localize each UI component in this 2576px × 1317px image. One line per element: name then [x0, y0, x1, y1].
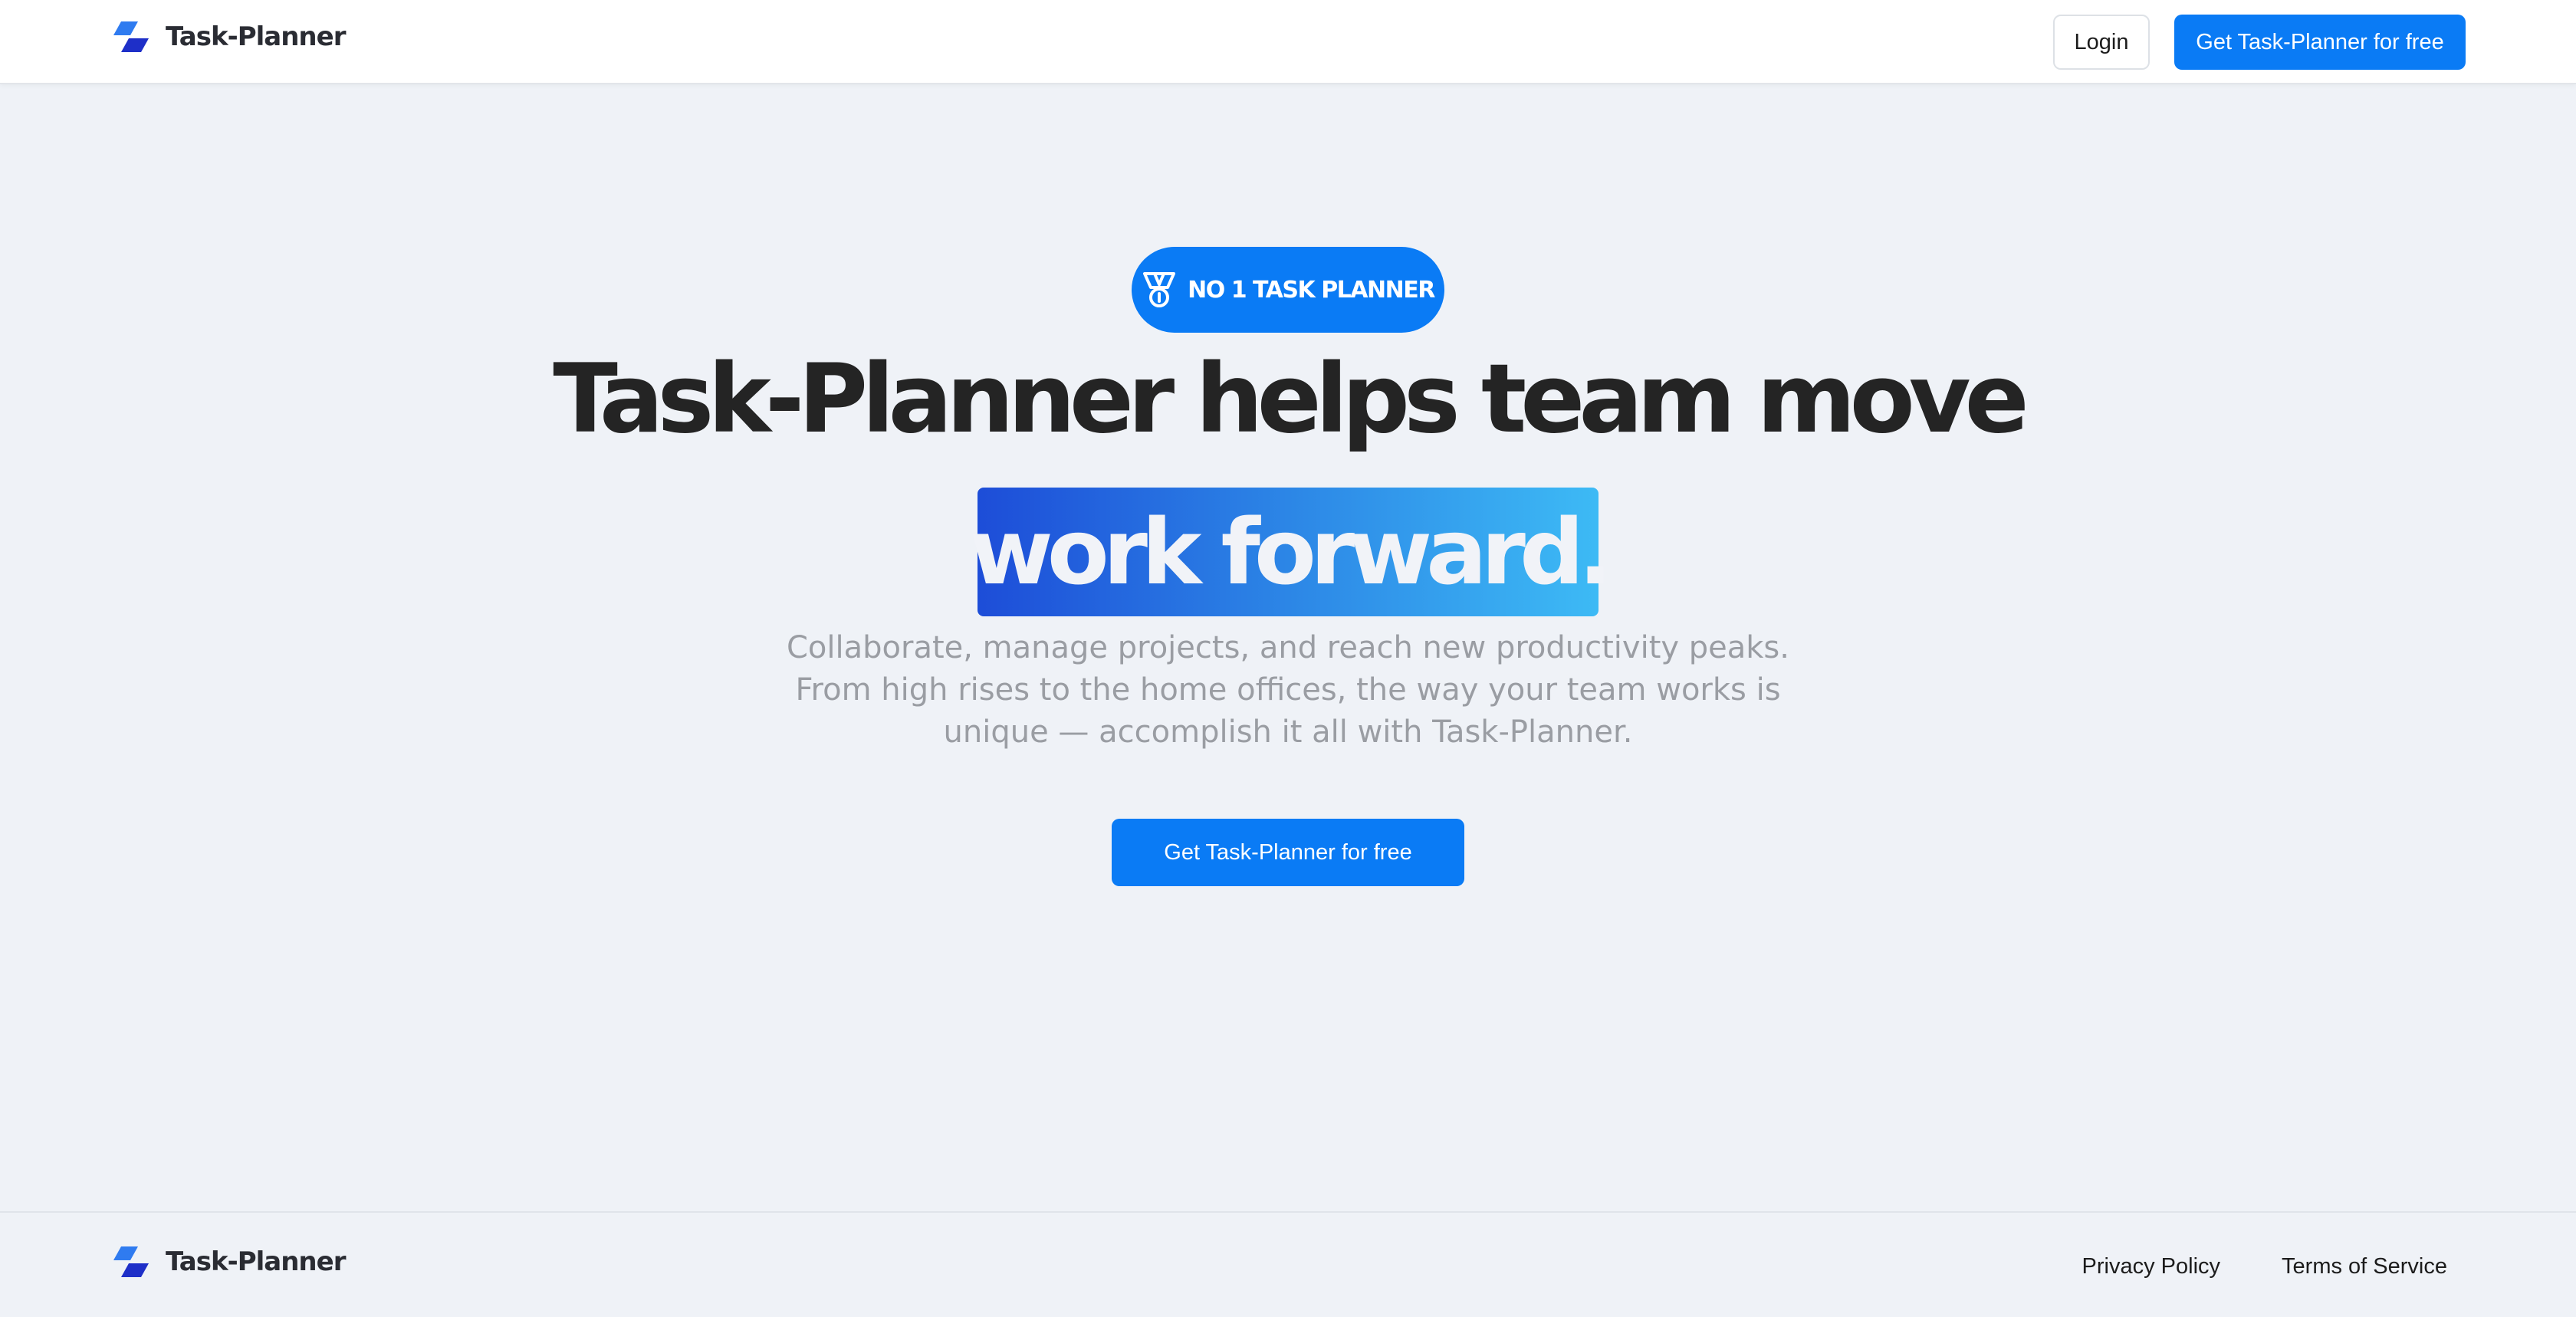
brand-name: Task-Planner: [166, 21, 346, 52]
hero-subtitle: Collaborate, manage projects, and reach …: [713, 627, 1863, 754]
hero-subtitle-line: Collaborate, manage projects, and reach …: [787, 630, 1789, 665]
hero-headline: Task-Planner helps team move: [553, 344, 2029, 455]
top-navbar: Task-Planner Login Get Task-Planner for …: [0, 0, 2576, 84]
terms-of-service-link[interactable]: Terms of Service: [2282, 1254, 2447, 1279]
get-started-header-button[interactable]: Get Task-Planner for free: [2174, 15, 2466, 70]
logo-icon: [113, 1246, 149, 1277]
hero-subtitle-line: From high rises to the home offices, the…: [795, 672, 1781, 708]
login-button[interactable]: Login: [2053, 15, 2150, 70]
badge-label: NO 1 TASK PLANNER: [1188, 276, 1435, 304]
header-brand[interactable]: Task-Planner: [110, 20, 346, 54]
footer: Task-Planner Privacy Policy Terms of Ser…: [0, 1211, 2576, 1317]
brand-name: Task-Planner: [166, 1246, 346, 1277]
medal-icon: [1143, 272, 1176, 307]
get-started-hero-button[interactable]: Get Task-Planner for free: [1112, 819, 1464, 886]
hero-highlight: work forward.: [970, 488, 1612, 616]
footer-links: Privacy Policy Terms of Service: [2021, 1254, 2447, 1279]
badge-no1: NO 1 TASK PLANNER: [1132, 247, 1444, 333]
hero-highlight-text: work forward.: [969, 499, 1613, 605]
privacy-policy-link[interactable]: Privacy Policy: [2082, 1254, 2221, 1279]
logo-icon: [113, 21, 149, 52]
footer-brand[interactable]: Task-Planner: [110, 1245, 346, 1279]
hero-subtitle-line: unique — accomplish it all with Task-Pla…: [943, 714, 1633, 750]
